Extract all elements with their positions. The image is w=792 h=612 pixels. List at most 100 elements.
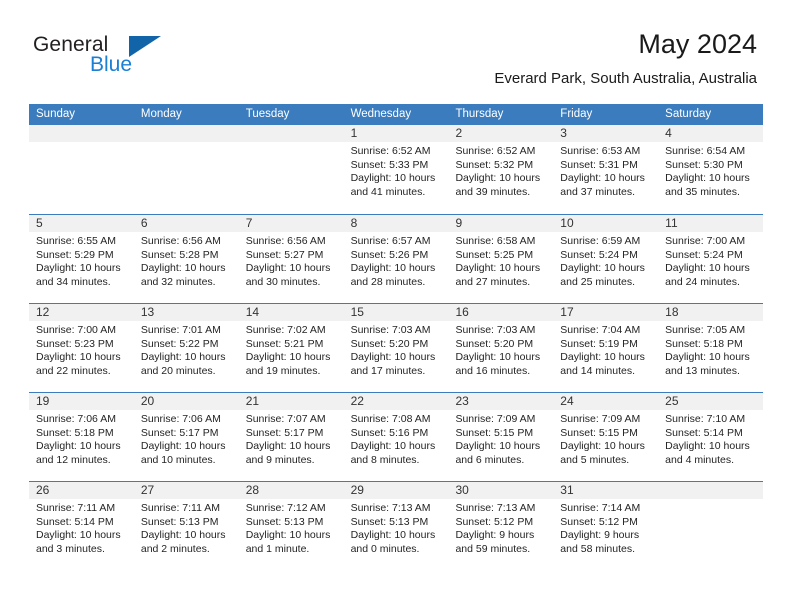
day-number: 12 (29, 304, 134, 321)
sunrise-text: Sunrise: 7:13 AM (455, 502, 536, 514)
day-cell[interactable]: 16 Sunrise: 7:03 AM Sunset: 5:20 PM Dayl… (448, 304, 554, 392)
sunrise-text: Sunrise: 6:52 AM (455, 145, 536, 157)
general-blue-logo: General Blue (33, 33, 213, 81)
day-number: 26 (29, 482, 134, 499)
day-number: 2 (448, 125, 554, 142)
day-number: 4 (658, 125, 764, 142)
day-cell[interactable]: 7 Sunrise: 6:56 AM Sunset: 5:27 PM Dayli… (238, 215, 344, 303)
day-number: 18 (658, 304, 764, 321)
weekday-saturday: Saturday (665, 108, 712, 120)
day-details: Sunrise: 6:57 AM Sunset: 5:26 PM Dayligh… (344, 232, 449, 289)
day-details: Sunrise: 6:52 AM Sunset: 5:32 PM Dayligh… (448, 142, 553, 199)
day-cell[interactable]: 1 Sunrise: 6:52 AM Sunset: 5:33 PM Dayli… (343, 125, 449, 214)
daylight-text-line1: Daylight: 10 hours (350, 529, 436, 542)
daylight-text-line1: Daylight: 10 hours (350, 351, 436, 364)
sunrise-text: Sunrise: 7:09 AM (560, 413, 641, 425)
day-details: Sunrise: 6:54 AM Sunset: 5:30 PM Dayligh… (658, 142, 763, 199)
day-cell[interactable]: 30 Sunrise: 7:13 AM Sunset: 5:12 PM Dayl… (448, 482, 554, 570)
day-number: 15 (343, 304, 449, 321)
day-cell[interactable]: 5 Sunrise: 6:55 AM Sunset: 5:29 PM Dayli… (29, 215, 134, 303)
daylight-text-line2: and 16 minutes. (455, 364, 531, 377)
page-header: General Blue May 2024 Everard Park, Sout… (0, 0, 792, 100)
day-details: Sunrise: 7:05 AM Sunset: 5:18 PM Dayligh… (658, 321, 763, 378)
sunrise-text: Sunrise: 7:07 AM (245, 413, 326, 425)
day-number: 31 (553, 482, 659, 499)
day-cell[interactable]: 15 Sunrise: 7:03 AM Sunset: 5:20 PM Dayl… (343, 304, 449, 392)
day-details: Sunrise: 7:03 AM Sunset: 5:20 PM Dayligh… (448, 321, 553, 378)
day-cell[interactable]: 11 Sunrise: 7:00 AM Sunset: 5:24 PM Dayl… (658, 215, 764, 303)
day-number: 24 (553, 393, 659, 410)
day-details (658, 499, 763, 502)
sunset-text: Sunset: 5:17 PM (140, 426, 219, 439)
day-cell[interactable]: 9 Sunrise: 6:58 AM Sunset: 5:25 PM Dayli… (448, 215, 554, 303)
daylight-text-line1: Daylight: 10 hours (560, 172, 645, 185)
day-number: 17 (553, 304, 659, 321)
day-cell[interactable]: 25 Sunrise: 7:10 AM Sunset: 5:14 PM Dayl… (658, 393, 764, 481)
day-cell[interactable]: 4 Sunrise: 6:54 AM Sunset: 5:30 PM Dayli… (658, 125, 764, 214)
daylight-text-line1: Daylight: 10 hours (350, 172, 436, 185)
day-cell[interactable]: 26 Sunrise: 7:11 AM Sunset: 5:14 PM Dayl… (29, 482, 134, 570)
day-cell[interactable]: 13 Sunrise: 7:01 AM Sunset: 5:22 PM Dayl… (133, 304, 239, 392)
day-details: Sunrise: 6:56 AM Sunset: 5:27 PM Dayligh… (239, 232, 344, 289)
day-details: Sunrise: 7:02 AM Sunset: 5:21 PM Dayligh… (239, 321, 344, 378)
sunset-text: Sunset: 5:30 PM (665, 158, 743, 171)
day-cell[interactable]: 2 Sunrise: 6:52 AM Sunset: 5:32 PM Dayli… (448, 125, 554, 214)
sunset-text: Sunset: 5:19 PM (560, 337, 638, 350)
day-cell[interactable]: 12 Sunrise: 7:00 AM Sunset: 5:23 PM Dayl… (29, 304, 134, 392)
day-cell[interactable]: 27 Sunrise: 7:11 AM Sunset: 5:13 PM Dayl… (133, 482, 239, 570)
day-cell[interactable]: 3 Sunrise: 6:53 AM Sunset: 5:31 PM Dayli… (553, 125, 659, 214)
sunset-text: Sunset: 5:18 PM (36, 426, 114, 439)
day-details: Sunrise: 7:04 AM Sunset: 5:19 PM Dayligh… (553, 321, 658, 378)
day-cell[interactable]: 14 Sunrise: 7:02 AM Sunset: 5:21 PM Dayl… (238, 304, 344, 392)
day-cell[interactable]: 6 Sunrise: 6:56 AM Sunset: 5:28 PM Dayli… (133, 215, 239, 303)
day-details: Sunrise: 7:01 AM Sunset: 5:22 PM Dayligh… (134, 321, 239, 378)
weekday-monday: Monday (140, 108, 182, 120)
day-cell[interactable]: 21 Sunrise: 7:07 AM Sunset: 5:17 PM Dayl… (238, 393, 344, 481)
day-cell[interactable]: 22 Sunrise: 7:08 AM Sunset: 5:16 PM Dayl… (343, 393, 449, 481)
daylight-text-line1: Daylight: 10 hours (455, 351, 541, 364)
day-cell[interactable]: 19 Sunrise: 7:06 AM Sunset: 5:18 PM Dayl… (29, 393, 134, 481)
day-cell[interactable]: 18 Sunrise: 7:05 AM Sunset: 5:18 PM Dayl… (658, 304, 764, 392)
sunrise-text: Sunrise: 7:06 AM (140, 413, 221, 425)
sunset-text: Sunset: 5:29 PM (36, 248, 114, 261)
day-cell[interactable]: 17 Sunrise: 7:04 AM Sunset: 5:19 PM Dayl… (553, 304, 659, 392)
day-cell[interactable] (29, 125, 134, 214)
day-cell[interactable] (658, 482, 764, 570)
sunset-text: Sunset: 5:13 PM (350, 515, 429, 528)
day-number: 23 (448, 393, 554, 410)
day-cell[interactable]: 29 Sunrise: 7:13 AM Sunset: 5:13 PM Dayl… (343, 482, 449, 570)
day-cell[interactable]: 28 Sunrise: 7:12 AM Sunset: 5:13 PM Dayl… (238, 482, 344, 570)
daylight-text-line2: and 13 minutes. (665, 364, 740, 377)
day-number: 30 (448, 482, 554, 499)
daylight-text-line1: Daylight: 10 hours (245, 351, 331, 364)
day-details: Sunrise: 6:56 AM Sunset: 5:28 PM Dayligh… (134, 232, 239, 289)
daylight-text-line2: and 30 minutes. (245, 275, 321, 288)
day-cell[interactable]: 23 Sunrise: 7:09 AM Sunset: 5:15 PM Dayl… (448, 393, 554, 481)
sunrise-text: Sunrise: 7:09 AM (455, 413, 536, 425)
sunrise-text: Sunrise: 6:59 AM (560, 235, 641, 247)
day-cell[interactable]: 10 Sunrise: 6:59 AM Sunset: 5:24 PM Dayl… (553, 215, 659, 303)
logo-text-blue: Blue (90, 53, 133, 76)
daylight-text-line2: and 6 minutes. (455, 453, 525, 466)
day-cell[interactable]: 31 Sunrise: 7:14 AM Sunset: 5:12 PM Dayl… (553, 482, 659, 570)
day-cell[interactable]: 20 Sunrise: 7:06 AM Sunset: 5:17 PM Dayl… (133, 393, 239, 481)
day-number: 25 (658, 393, 764, 410)
daylight-text-line1: Daylight: 9 hours (455, 529, 535, 542)
sunrise-text: Sunrise: 7:05 AM (665, 324, 746, 336)
daylight-text-line1: Daylight: 10 hours (245, 262, 331, 275)
day-cell[interactable]: 24 Sunrise: 7:09 AM Sunset: 5:15 PM Dayl… (553, 393, 659, 481)
weekday-friday: Friday (560, 108, 593, 120)
day-cell[interactable] (238, 125, 344, 214)
sunrise-text: Sunrise: 6:57 AM (350, 235, 431, 247)
sunset-text: Sunset: 5:33 PM (350, 158, 429, 171)
daylight-text-line2: and 2 minutes. (140, 542, 210, 555)
daylight-text-line1: Daylight: 10 hours (350, 262, 436, 275)
title-block: May 2024 Everard Park, South Australia, … (494, 28, 757, 88)
daylight-text-line2: and 22 minutes. (36, 364, 111, 377)
sunrise-text: Sunrise: 7:11 AM (36, 502, 116, 514)
day-details: Sunrise: 7:10 AM Sunset: 5:14 PM Dayligh… (658, 410, 763, 467)
sunrise-text: Sunrise: 7:08 AM (350, 413, 431, 425)
day-cell[interactable]: 8 Sunrise: 6:57 AM Sunset: 5:26 PM Dayli… (343, 215, 449, 303)
day-cell[interactable] (133, 125, 239, 214)
sunrise-text: Sunrise: 6:56 AM (140, 235, 221, 247)
